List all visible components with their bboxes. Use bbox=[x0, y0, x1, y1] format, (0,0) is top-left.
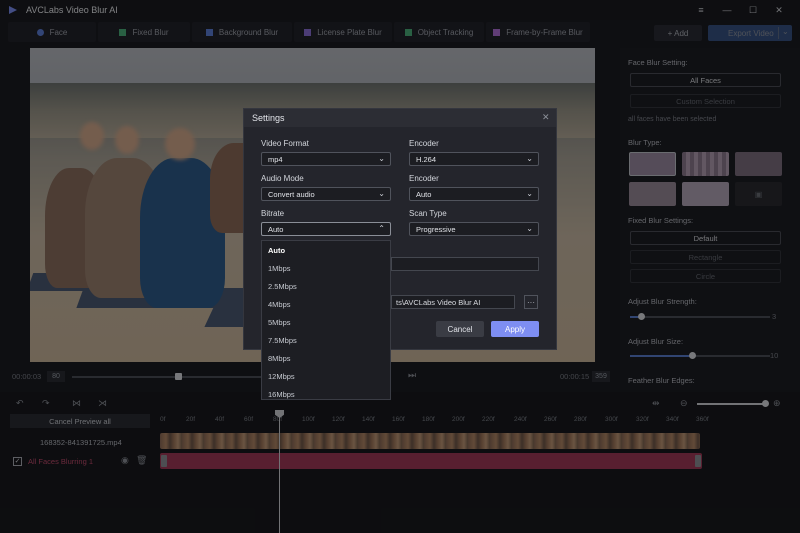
audio-encoder-label: Encoder bbox=[409, 174, 439, 183]
app-window: AVCLabs Video Blur AI ≡ — ☐ ✕ Face Fixed… bbox=[0, 0, 800, 533]
bitrate-option-7-5mbps[interactable]: 7.5Mbps bbox=[262, 331, 390, 349]
bitrate-option-16mbps[interactable]: 16Mbps bbox=[262, 385, 390, 399]
audio-mode-label: Audio Mode bbox=[261, 174, 304, 183]
video-encoder-label: Encoder bbox=[409, 139, 439, 148]
dialog-title: Settings bbox=[252, 113, 285, 123]
chevron-down-icon: ⌄ bbox=[526, 189, 533, 198]
cancel-button[interactable]: Cancel bbox=[436, 321, 484, 337]
output-name-field[interactable] bbox=[391, 257, 539, 271]
close-icon[interactable]: ✕ bbox=[542, 112, 550, 123]
bitrate-option-5mbps[interactable]: 5Mbps bbox=[262, 313, 390, 331]
audio-mode-select[interactable]: Convert audio ⌄ bbox=[261, 187, 391, 201]
bitrate-option-8mbps[interactable]: 8Mbps bbox=[262, 349, 390, 367]
chevron-down-icon: ⌄ bbox=[526, 154, 533, 163]
chevron-down-icon: ⌄ bbox=[378, 189, 385, 198]
bitrate-option-1mbps[interactable]: 1Mbps bbox=[262, 259, 390, 277]
scan-type-select[interactable]: Progressive ⌄ bbox=[409, 222, 539, 236]
bitrate-label: Bitrate bbox=[261, 209, 285, 218]
video-encoder-select[interactable]: H.264 ⌄ bbox=[409, 152, 539, 166]
chevron-down-icon: ⌄ bbox=[526, 224, 533, 233]
video-format-select[interactable]: mp4 ⌄ bbox=[261, 152, 391, 166]
bitrate-select[interactable]: Auto ⌃ bbox=[261, 222, 391, 236]
output-path-field[interactable]: ts\AVCLabs Video Blur AI bbox=[391, 295, 515, 309]
audio-encoder-select[interactable]: Auto ⌄ bbox=[409, 187, 539, 201]
chevron-down-icon: ⌄ bbox=[378, 154, 385, 163]
dialog-header: Settings ✕ bbox=[244, 109, 556, 127]
bitrate-option-auto[interactable]: Auto bbox=[262, 241, 390, 259]
bitrate-option-4mbps[interactable]: 4Mbps bbox=[262, 295, 390, 313]
bitrate-option-2-5mbps[interactable]: 2.5Mbps bbox=[262, 277, 390, 295]
bitrate-option-12mbps[interactable]: 12Mbps bbox=[262, 367, 390, 385]
chevron-up-icon: ⌃ bbox=[378, 224, 385, 233]
bitrate-dropdown: Auto 1Mbps 2.5Mbps 4Mbps 5Mbps 7.5Mbps 8… bbox=[261, 240, 391, 400]
video-format-label: Video Format bbox=[261, 139, 309, 148]
browse-button[interactable]: ··· bbox=[524, 295, 538, 309]
apply-button[interactable]: Apply bbox=[491, 321, 539, 337]
scan-type-label: Scan Type bbox=[409, 209, 447, 218]
